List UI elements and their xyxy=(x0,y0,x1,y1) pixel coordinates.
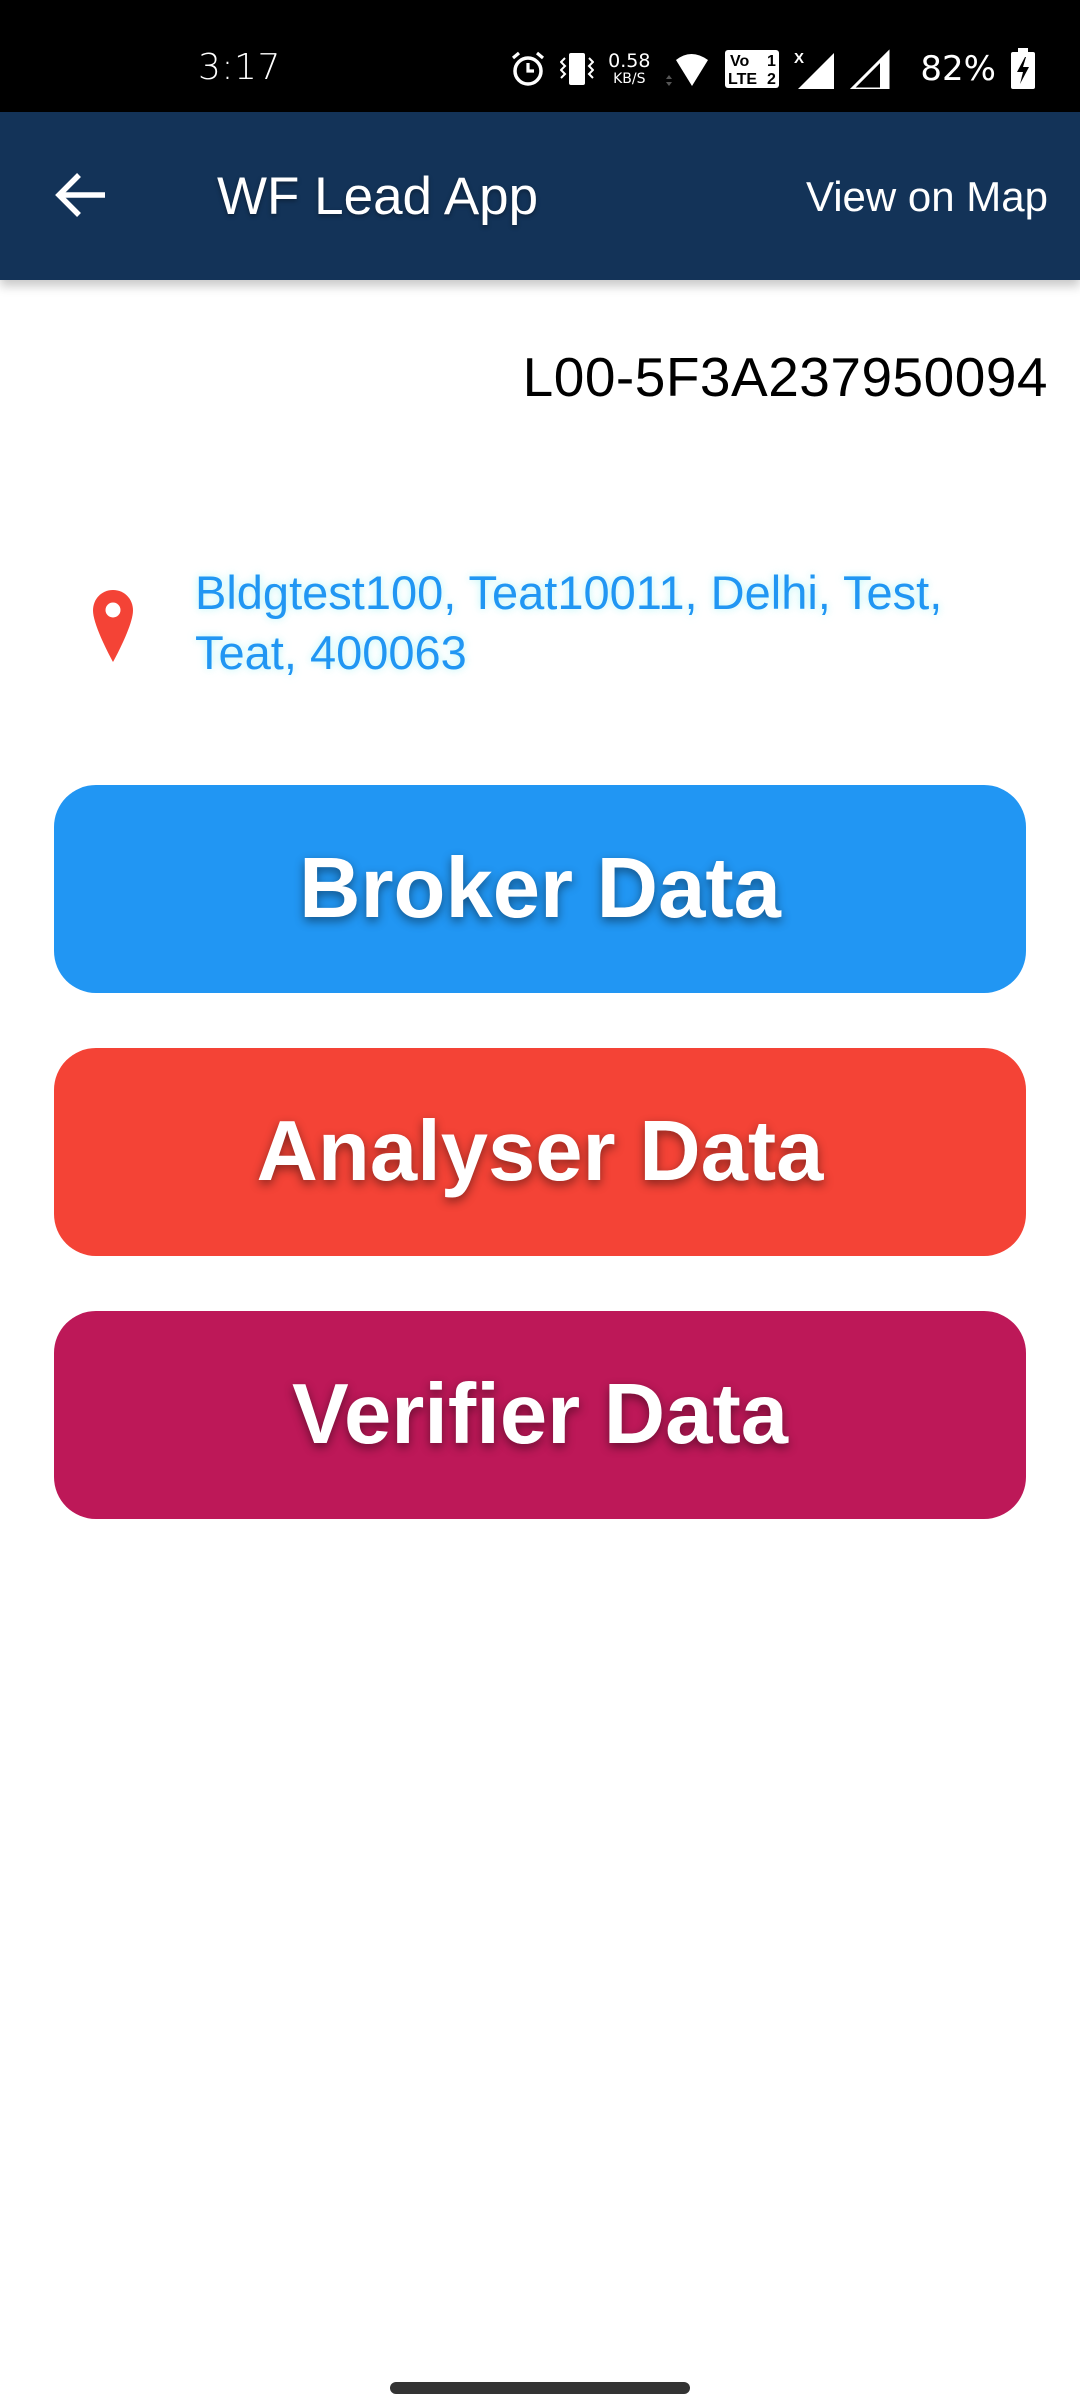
svg-text:1: 1 xyxy=(767,53,776,70)
svg-text:Vo: Vo xyxy=(730,53,749,70)
lead-id: L00-5F3A237950094 xyxy=(522,346,1048,408)
status-time: 3:17 xyxy=(198,47,281,88)
address-text: Bldgtest100, Teat10011, Delhi, Test, Tea… xyxy=(195,566,943,679)
svg-text:X: X xyxy=(794,50,804,67)
verifier-data-button[interactable]: Verifier Data xyxy=(54,1311,1026,1519)
address-row[interactable]: Bldgtest100, Teat10011, Delhi, Test, Tea… xyxy=(0,560,1080,690)
app-bar: WF Lead App View on Map xyxy=(0,112,1080,280)
network-speed-unit: KB/S xyxy=(613,71,646,87)
network-speed: 0.58 KB/S xyxy=(608,50,651,87)
svg-text:LTE: LTE xyxy=(728,71,757,88)
battery-charging-icon xyxy=(1010,48,1036,90)
volte-lte-icon: Vo 1 LTE 2 xyxy=(724,49,780,89)
network-speed-value: 0.58 xyxy=(608,50,651,72)
status-icons: 0.58 KB/S Vo 1 LTE 2 X 82% xyxy=(510,46,1036,92)
map-pin-icon xyxy=(92,588,134,664)
home-indicator[interactable] xyxy=(390,2382,690,2394)
alarm-icon xyxy=(510,50,546,88)
back-button[interactable] xyxy=(46,162,116,232)
vibrate-icon xyxy=(560,50,595,88)
broker-data-button[interactable]: Broker Data xyxy=(54,785,1026,993)
battery-percent: 82% xyxy=(920,49,996,89)
svg-text:2: 2 xyxy=(767,71,776,88)
view-on-map-button[interactable]: View on Map xyxy=(806,170,1048,224)
app-title: WF Lead App xyxy=(217,167,539,226)
signal-sim1-icon: X xyxy=(794,49,836,89)
arrow-left-icon xyxy=(55,172,107,223)
signal-sim2-icon xyxy=(850,49,890,89)
analyser-data-button[interactable]: Analyser Data xyxy=(54,1048,1026,1256)
status-bar: 3:17 0.58 KB/S Vo 1 LTE 2 X 82% xyxy=(0,0,1080,112)
wifi-icon xyxy=(664,50,710,88)
